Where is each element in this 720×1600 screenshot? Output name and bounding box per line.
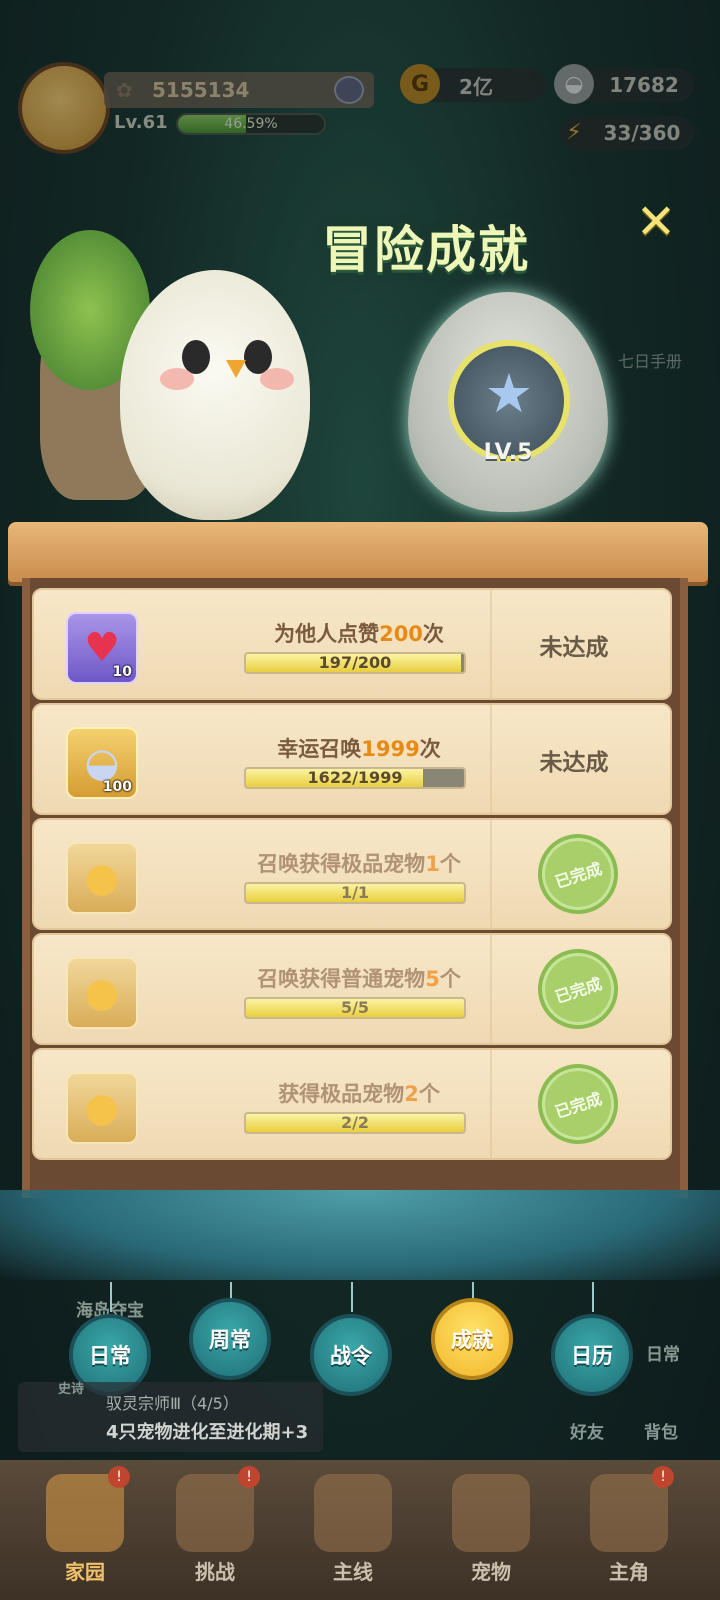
completed-stamp: 已完成 [527,823,629,925]
task-title: 召唤获得极品宠物1个 [257,852,461,876]
nav-home-label: 家园 [65,1560,105,1584]
nav-challenge[interactable]: 挑战 ! [160,1466,270,1596]
task-title: 为他人点赞200次 [274,622,444,646]
egg-icon[interactable]: ● [66,1072,138,1144]
tab-weekly[interactable]: 周常 [189,1298,271,1380]
pet-icon [452,1474,530,1552]
grass-decoration [0,1190,720,1280]
tab-string [230,1282,232,1298]
task-progress-label: 2/2 [340,1113,370,1132]
egg-icon[interactable]: ● [66,842,138,914]
task-progress-bar: 1/1 [244,882,466,904]
tab-string [110,1282,112,1312]
task-row: ● 召唤获得普通宠物5个 5/5 已完成 [32,933,672,1045]
board-header-plank [8,522,708,582]
task-row: ● 召唤获得极品宠物1个 1/1 已完成 [32,818,672,930]
task-progress-label: 1622/1999 [307,768,403,787]
task-progress-label: 197/200 [318,653,392,672]
row-divider [490,1050,492,1158]
task-progress-bar: 1622/1999 [244,767,466,789]
nav-home[interactable]: 家园 ! [30,1466,140,1596]
quest-title: 驭灵宗师Ⅲ（4/5） [106,1394,239,1413]
nav-challenge-label: 挑战 [195,1560,235,1584]
nav-pets-label: 宠物 [471,1560,511,1584]
reward-count: 10 [112,664,132,680]
task-progress-bar: 197/200 [244,652,466,674]
task-status: 未达成 [539,750,609,776]
row-divider [490,590,492,698]
egg-icon[interactable]: ● [66,957,138,1029]
close-icon[interactable]: ✕ [630,196,682,248]
friends-label[interactable]: 好友 [570,1418,604,1443]
bird-mascot [120,270,310,520]
tab-calendar[interactable]: 日历 [551,1314,633,1396]
completed-stamp: 已完成 [527,938,629,1040]
nav-main-story-label: 主线 [333,1560,373,1584]
notification-badge: ! [652,1466,674,1488]
task-status: 未达成 [539,635,609,661]
medal-level: LV.5 [483,440,533,465]
notification-badge: ! [108,1466,130,1488]
tab-string [472,1282,474,1298]
task-row: ◒ 100 幸运召唤1999次 1622/1999 未达成 [32,703,672,815]
bird-cheek [160,368,194,390]
modal-title: 冒险成就 [322,221,530,279]
task-progress-bar: 2/2 [244,1112,466,1134]
task-row: ♥ 10 为他人点赞200次 197/200 未达成 [32,588,672,700]
bird-cheek [260,368,294,390]
quest-tag: 史诗 [58,1382,85,1397]
row-divider [490,935,492,1043]
heart-icon[interactable]: ♥ 10 [66,612,138,684]
task-row: ● 获得极品宠物2个 2/2 已完成 [32,1048,672,1160]
task-title: 召唤获得普通宠物5个 [257,967,461,991]
bird-beak [226,360,246,378]
task-progress-bar: 5/5 [244,997,466,1019]
nav-pets[interactable]: 宠物 [436,1466,546,1596]
row-divider [490,820,492,928]
nav-hero-label: 主角 [609,1560,649,1584]
main-story-icon [314,1474,392,1552]
notification-badge: ! [238,1466,260,1488]
completed-stamp: 已完成 [527,1053,629,1155]
nav-main-story[interactable]: 主线 [298,1466,408,1596]
reward-count: 100 [102,779,132,795]
shell-icon[interactable]: ◒ 100 [66,727,138,799]
star-medal-icon: ★ [484,362,534,425]
task-title: 幸运召唤1999次 [277,737,441,761]
right-daily-label[interactable]: 日常 [646,1340,680,1365]
tab-battle-pass[interactable]: 战令 [310,1314,392,1396]
task-progress-label: 5/5 [340,998,370,1017]
task-list[interactable]: ♥ 10 为他人点赞200次 197/200 未达成 ◒ 100 幸运召唤199… [30,584,676,1188]
nav-hero[interactable]: 主角 ! [574,1466,684,1596]
quest-desc: 4只宠物进化至进化期+3 [106,1422,309,1443]
bag-label[interactable]: 背包 [644,1418,678,1443]
task-progress-label: 1/1 [340,883,370,902]
row-divider [490,705,492,813]
tab-string [351,1282,353,1312]
tab-achievement[interactable]: 成就 [431,1298,513,1380]
task-title: 获得极品宠物2个 [278,1082,440,1106]
tab-string [592,1282,594,1312]
